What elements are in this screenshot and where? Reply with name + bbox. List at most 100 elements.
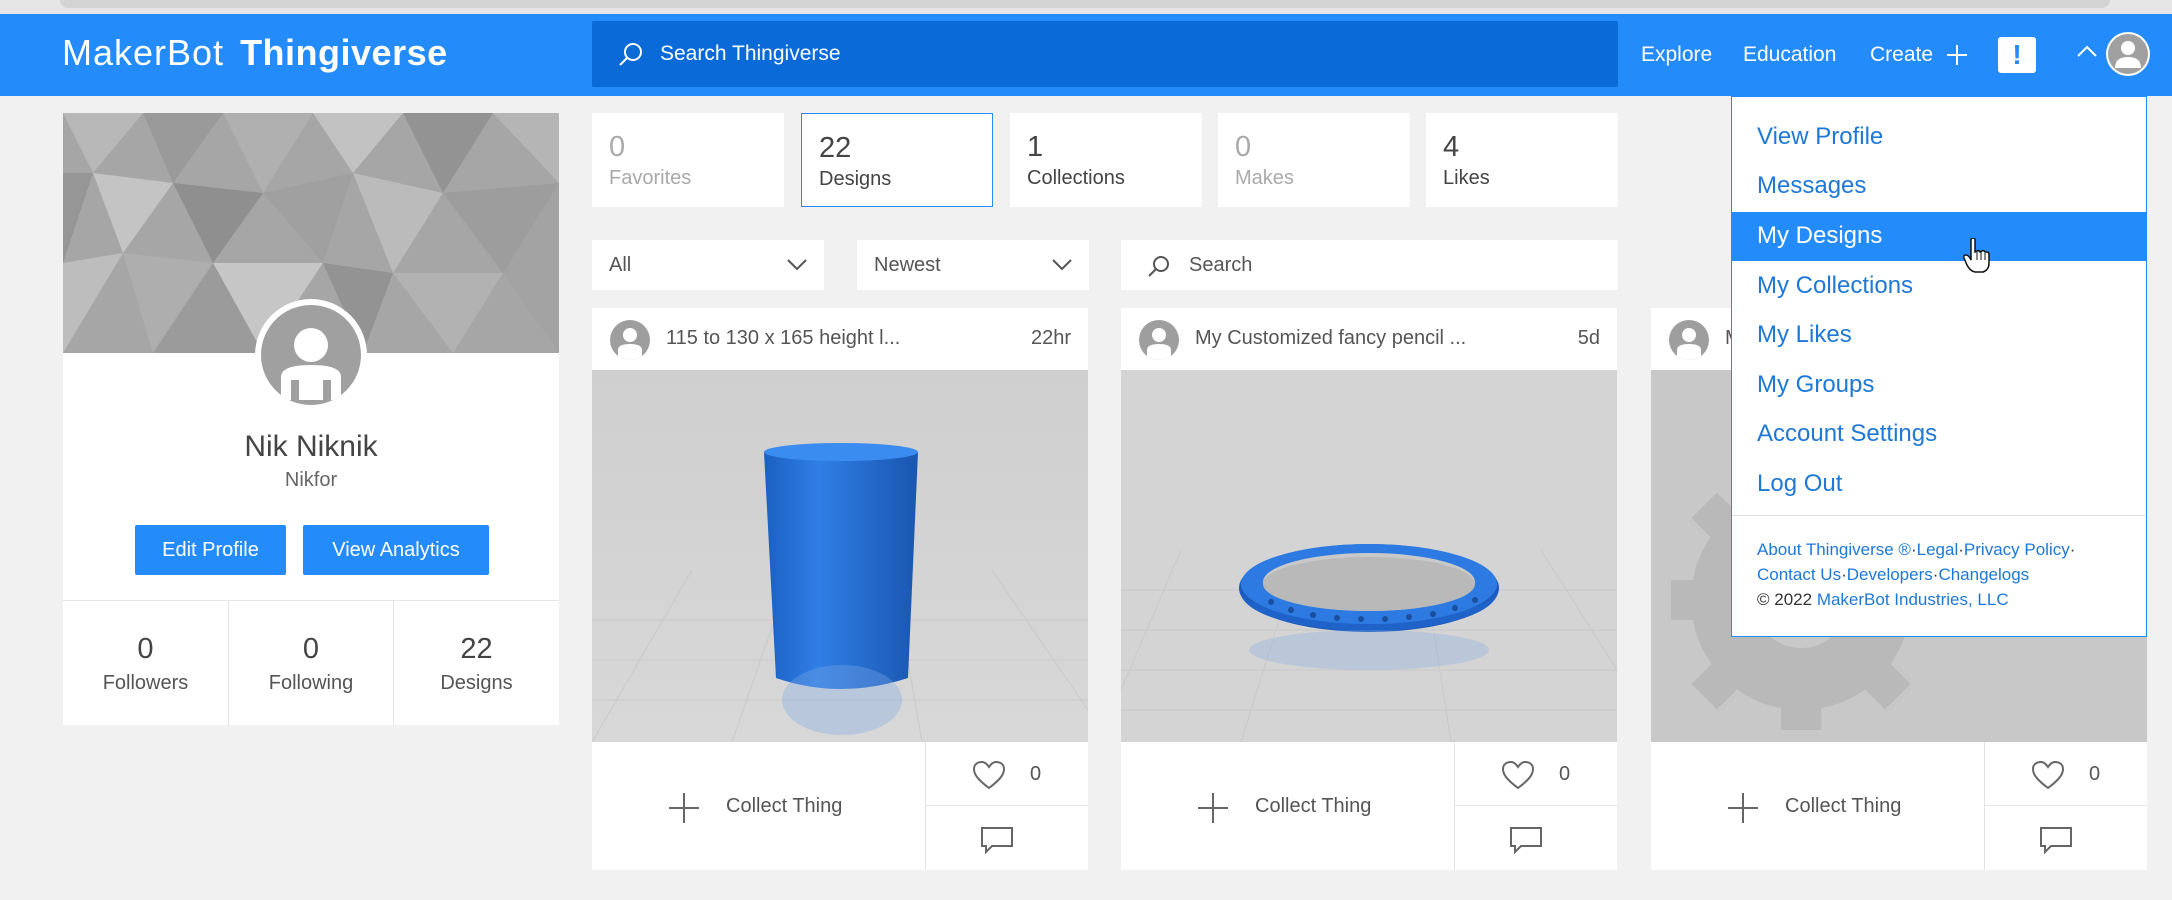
notifications-alert-button[interactable]: ! xyxy=(1998,37,2036,73)
followers-count: 0 xyxy=(137,633,154,665)
like-button[interactable]: 0 xyxy=(1985,742,2147,806)
site-search-input[interactable]: Search Thingiverse xyxy=(592,21,1618,87)
followers-stat[interactable]: 0 Followers xyxy=(63,601,228,726)
top-navigation-bar: MakerBot Thingiverse Search Thingiverse E… xyxy=(0,14,2172,96)
card-header: 115 to 130 x 165 height l... 22hr xyxy=(592,308,1088,370)
menu-item-label: My Groups xyxy=(1757,371,1875,398)
logo-brand-prefix: MakerBot xyxy=(62,32,225,73)
user-avatar-menu[interactable] xyxy=(2106,32,2150,76)
menu-item-messages[interactable]: Messages xyxy=(1732,162,2146,211)
menu-item-label: My Designs xyxy=(1757,222,1883,249)
comment-icon xyxy=(1510,827,1542,854)
hand-pointer-icon xyxy=(1963,238,1990,273)
following-label: Following xyxy=(268,672,354,694)
tab-count: 0 xyxy=(609,131,626,163)
sort-filter-select[interactable]: Newest xyxy=(857,240,1089,290)
tab-label: Collections xyxy=(1027,167,1125,189)
comment-button[interactable] xyxy=(1985,806,2147,870)
tab-collections[interactable]: 1 Collections xyxy=(1010,113,1202,207)
nav-education-link[interactable]: Education xyxy=(1743,43,1836,67)
menu-item-my-collections[interactable]: My Collections xyxy=(1732,262,2146,311)
design-card[interactable]: 115 to 130 x 165 height l... 22hr Collec… xyxy=(592,308,1088,870)
menu-item-label: My Collections xyxy=(1757,272,1914,299)
plus-icon xyxy=(1198,793,1228,823)
menu-footer-line-3: © 2022 MakerBot Industries, LLC xyxy=(1757,590,2009,610)
edit-profile-button[interactable]: Edit Profile xyxy=(135,525,286,575)
like-button[interactable]: 0 xyxy=(926,742,1088,806)
menu-item-my-designs[interactable]: My Designs xyxy=(1732,212,2146,261)
company-link[interactable]: MakerBot Industries, LLC xyxy=(1817,590,2009,609)
menu-item-my-groups[interactable]: My Groups xyxy=(1732,361,2146,410)
card-header: My Customized fancy pencil ... 5d xyxy=(1121,308,1617,370)
design-thumbnail[interactable] xyxy=(592,370,1088,742)
card-age: 5d xyxy=(1577,327,1600,349)
tab-designs[interactable]: 22 Designs xyxy=(801,113,993,207)
menu-item-log-out[interactable]: Log Out xyxy=(1732,460,2146,509)
menu-item-label: Log Out xyxy=(1757,470,1843,497)
tab-makes[interactable]: 0 Makes xyxy=(1218,113,1410,207)
tab-likes[interactable]: 4 Likes xyxy=(1426,113,1618,207)
menu-item-view-profile[interactable]: View Profile xyxy=(1732,113,2146,162)
creator-avatar[interactable] xyxy=(610,320,650,360)
collect-thing-label: Collect Thing xyxy=(726,795,843,817)
creator-avatar[interactable] xyxy=(1139,320,1179,360)
designs-search-input[interactable]: Search xyxy=(1121,240,1618,290)
card-footer: Collect Thing 0 xyxy=(1121,742,1617,870)
copyright-text: © 2022 xyxy=(1757,590,1813,609)
separator: · xyxy=(2069,540,2076,559)
tab-count: 0 xyxy=(1235,131,1252,163)
legal-link[interactable]: Legal xyxy=(1917,540,1959,559)
alert-icon: ! xyxy=(2012,39,2022,70)
plus-icon xyxy=(669,793,699,823)
ring-render xyxy=(1121,370,1617,742)
following-stat[interactable]: 0 Following xyxy=(228,601,393,726)
like-count: 0 xyxy=(2089,763,2101,785)
card-footer: Collect Thing 0 xyxy=(592,742,1088,870)
changelogs-link[interactable]: Changelogs xyxy=(1938,565,2029,584)
card-title[interactable]: 115 to 130 x 165 height l... xyxy=(666,327,900,350)
design-card[interactable]: My Customized fancy pencil ... 5d Collec… xyxy=(1121,308,1617,870)
privacy-policy-link[interactable]: Privacy Policy xyxy=(1964,540,2070,559)
profile-avatar xyxy=(255,299,367,411)
menu-item-my-likes[interactable]: My Likes xyxy=(1732,311,2146,360)
comment-icon xyxy=(981,827,1013,854)
developers-link[interactable]: Developers xyxy=(1847,565,1933,584)
like-button[interactable]: 0 xyxy=(1455,742,1617,806)
about-link[interactable]: About Thingiverse ® xyxy=(1757,540,1911,559)
heart-icon xyxy=(2031,760,2065,790)
menu-item-label: My Likes xyxy=(1757,321,1852,348)
nav-explore-link[interactable]: Explore xyxy=(1641,43,1712,67)
profile-display-name: Nik Niknik xyxy=(244,430,378,463)
card-title[interactable]: My Customized fancy pencil ... xyxy=(1195,327,1466,350)
search-icon xyxy=(619,43,642,66)
user-avatar-icon xyxy=(618,328,642,360)
profile-card: Nik Niknik Nikfor Edit Profile View Anal… xyxy=(63,113,559,726)
user-avatar-icon xyxy=(1147,328,1171,360)
design-thumbnail[interactable] xyxy=(1121,370,1617,742)
tab-count: 1 xyxy=(1027,131,1044,163)
plus-icon xyxy=(1728,793,1758,823)
thingiverse-logo[interactable]: MakerBot Thingiverse xyxy=(62,32,448,74)
contact-us-link[interactable]: Contact Us xyxy=(1757,565,1841,584)
comment-button[interactable] xyxy=(1455,806,1617,870)
creator-avatar[interactable] xyxy=(1669,320,1709,360)
menu-item-label: View Profile xyxy=(1757,123,1884,150)
menu-item-label: Messages xyxy=(1757,172,1867,199)
view-analytics-button[interactable]: View Analytics xyxy=(303,525,489,575)
designs-count: 22 xyxy=(460,633,493,665)
card-age: 22hr xyxy=(1030,327,1071,349)
menu-item-account-settings[interactable]: Account Settings xyxy=(1732,410,2146,459)
collect-thing-button[interactable]: Collect Thing xyxy=(1121,742,1455,870)
menu-item-label: Account Settings xyxy=(1757,420,1938,447)
collect-thing-button[interactable]: Collect Thing xyxy=(592,742,926,870)
comment-button[interactable] xyxy=(926,806,1088,870)
collect-thing-button[interactable]: Collect Thing xyxy=(1651,742,1985,870)
tab-favorites[interactable]: 0 Favorites xyxy=(592,113,784,207)
designs-stat[interactable]: 22 Designs xyxy=(393,601,559,726)
type-filter-select[interactable]: All xyxy=(592,240,824,290)
menu-footer-line-2: Contact Us·Developers·Changelogs xyxy=(1757,565,2029,585)
designs-label: Designs xyxy=(440,672,513,694)
chevron-up-icon[interactable] xyxy=(2076,44,2098,58)
plus-icon[interactable] xyxy=(1946,44,1968,66)
nav-create-menu[interactable]: Create xyxy=(1870,43,1933,67)
